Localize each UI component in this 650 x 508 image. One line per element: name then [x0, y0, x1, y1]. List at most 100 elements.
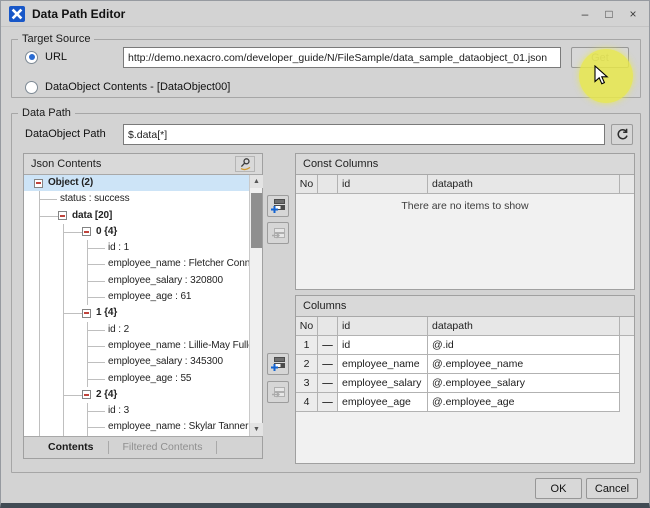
tree-node[interactable]: status : success	[24, 191, 249, 207]
tree-scrollbar[interactable]: ▲ ▼	[249, 175, 262, 436]
tree-node[interactable]: data [20]	[24, 208, 249, 224]
row-number-cell: 4	[296, 393, 318, 412]
const-columns-grid-header: No id datapath	[296, 175, 634, 194]
add-column-icon	[270, 356, 286, 372]
tree-guide-line	[39, 322, 40, 338]
const-apply-column-button[interactable]	[267, 222, 289, 244]
columns-table-body: 1—id@.id2—employee_name@.employee_name3—…	[296, 336, 634, 412]
tree-node[interactable]: 0 {4}	[24, 224, 249, 240]
tree-guide-line	[64, 395, 82, 396]
tree-node-label: employee_salary : 320800	[108, 273, 223, 289]
ok-button[interactable]: OK	[535, 478, 582, 499]
refresh-icon	[616, 128, 629, 141]
tree-guide-line	[88, 297, 105, 298]
tree-node[interactable]: id : 3	[24, 403, 249, 419]
row-number-cell: 2	[296, 355, 318, 374]
minimize-icon[interactable]: –	[577, 6, 593, 22]
tree-guide-line	[64, 313, 82, 314]
header-cell-id: id	[338, 175, 428, 194]
columns-apply-column-button[interactable]	[267, 381, 289, 403]
tree-node-label: employee_name : Skylar Tanner	[108, 419, 248, 435]
url-radio[interactable]: URL	[25, 49, 67, 65]
scroll-up-icon[interactable]: ▲	[250, 175, 263, 188]
tree-collapse-icon[interactable]	[82, 309, 91, 318]
columns-row: 3—employee_salary@.employee_salary	[296, 374, 634, 393]
column-id-cell[interactable]: id	[338, 336, 428, 355]
json-contents-title: Json Contents	[31, 158, 101, 170]
dataobject-radio-label: DataObject Contents - [DataObject00]	[45, 81, 230, 93]
columns-add-column-button[interactable]	[267, 353, 289, 375]
row-handle-icon[interactable]: —	[318, 355, 338, 374]
tree-node-label: employee_name : Lillie-May Fuller	[108, 338, 249, 354]
tab-contents[interactable]: Contents	[34, 441, 109, 454]
tree-collapse-icon[interactable]	[82, 390, 91, 399]
tree-node[interactable]: id : 1	[24, 240, 249, 256]
column-datapath-cell[interactable]: @.employee_age	[428, 393, 620, 412]
tree-node-label: id : 1	[108, 240, 129, 256]
tree-node-label: 2 {4}	[96, 387, 117, 403]
tree-node[interactable]: Object (2)	[24, 175, 249, 191]
json-contents-panel: Json Contents Object (2)status : success…	[23, 153, 263, 459]
tree-node-label: id : 2	[108, 322, 129, 338]
tree-collapse-icon[interactable]	[34, 179, 43, 188]
const-columns-title: Const Columns	[303, 158, 378, 170]
header-cell-datapath: datapath	[428, 175, 620, 194]
url-input[interactable]	[123, 47, 561, 68]
column-datapath-cell[interactable]: @.employee_salary	[428, 374, 620, 393]
radio-selected-icon	[25, 51, 38, 64]
tree-guide-line	[39, 224, 40, 240]
tree-collapse-icon[interactable]	[82, 227, 91, 236]
tree-guide-line	[63, 419, 64, 435]
refresh-button[interactable]	[611, 124, 633, 145]
tree-node[interactable]: 1 {4}	[24, 305, 249, 321]
tree-node[interactable]: id : 2	[24, 322, 249, 338]
tree-node[interactable]: employee_salary : 320800	[24, 273, 249, 289]
tree-guide-line	[40, 199, 57, 200]
column-id-cell[interactable]: employee_age	[338, 393, 428, 412]
tree-node[interactable]: 2 {4}	[24, 387, 249, 403]
tree-node[interactable]: employee_age : 55	[24, 371, 249, 387]
tree-guide-line	[63, 371, 64, 387]
tree-collapse-icon[interactable]	[58, 211, 67, 220]
apply-column-icon	[270, 384, 286, 400]
column-datapath-cell[interactable]: @.employee_name	[428, 355, 620, 374]
columns-row: 2—employee_name@.employee_name	[296, 355, 634, 374]
tree-node[interactable]: employee_name : Fletcher Connolly	[24, 256, 249, 272]
header-cell-tool	[318, 317, 338, 336]
tree-node[interactable]: employee_name : Skylar Tanner	[24, 419, 249, 435]
row-handle-icon[interactable]: —	[318, 374, 338, 393]
column-datapath-cell[interactable]: @.id	[428, 336, 620, 355]
header-cell-no: No	[296, 317, 318, 336]
const-add-column-button[interactable]	[267, 195, 289, 217]
dataobject-path-input[interactable]	[123, 124, 605, 145]
json-contents-header: Json Contents	[24, 154, 262, 175]
tree-guide-line	[88, 330, 105, 331]
tree-node-label: id : 3	[108, 403, 129, 419]
tree-guide-line	[39, 256, 40, 272]
tree-node[interactable]: employee_name : Lillie-May Fuller	[24, 338, 249, 354]
cancel-button[interactable]: Cancel	[586, 478, 638, 499]
tree-node-label: 0 {4}	[96, 224, 117, 240]
row-handle-icon[interactable]: —	[318, 393, 338, 412]
set-datapath-button[interactable]	[235, 156, 255, 172]
tree-guide-line	[88, 379, 105, 380]
tree-guide-line	[88, 264, 105, 265]
close-icon[interactable]: ×	[625, 6, 641, 22]
tree-node-label: employee_name : Fletcher Connolly	[108, 256, 249, 272]
dataobject-contents-radio[interactable]: DataObject Contents - [DataObject00]	[25, 79, 230, 95]
tree-node[interactable]: employee_age : 61	[24, 289, 249, 305]
maximize-icon[interactable]: □	[601, 6, 617, 22]
tree-node[interactable]: employee_salary : 345300	[24, 354, 249, 370]
row-handle-icon[interactable]: —	[318, 336, 338, 355]
column-id-cell[interactable]: employee_salary	[338, 374, 428, 393]
tree-guide-line	[63, 338, 64, 354]
tab-filtered-contents[interactable]: Filtered Contents	[109, 441, 218, 454]
tree-node-label: employee_salary : 345300	[108, 354, 223, 370]
const-columns-header: Const Columns	[296, 154, 634, 175]
tree-guide-line	[63, 354, 64, 370]
columns-row: 1—id@.id	[296, 336, 634, 355]
column-id-cell[interactable]: employee_name	[338, 355, 428, 374]
scrollbar-thumb[interactable]	[251, 193, 262, 248]
header-cell-extra	[620, 175, 634, 194]
scroll-down-icon[interactable]: ▼	[250, 423, 263, 436]
